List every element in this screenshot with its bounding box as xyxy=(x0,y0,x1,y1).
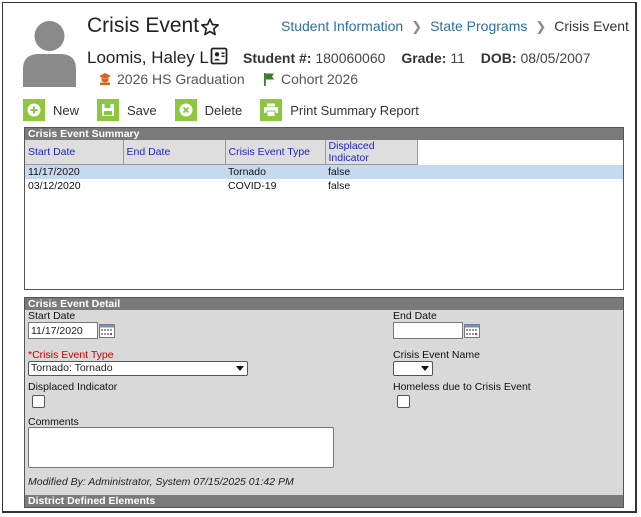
cohort-text: Cohort 2026 xyxy=(281,71,359,87)
save-label: Save xyxy=(127,102,157,118)
graduation-text: 2026 HS Graduation xyxy=(117,71,245,87)
breadcrumb-student-information[interactable]: Student Information xyxy=(281,18,403,34)
start-date-label: Start Date xyxy=(28,310,76,322)
comments-textarea[interactable] xyxy=(28,427,334,468)
summary-header: Crisis Event Summary xyxy=(25,128,623,140)
cell-type: COVID-19 xyxy=(228,180,277,192)
page-title: Crisis Event xyxy=(87,14,200,37)
plus-icon xyxy=(23,99,45,121)
crisis-event-type-value: Tornado: Tornado xyxy=(31,362,113,374)
calendar-icon[interactable] xyxy=(99,324,115,338)
print-summary-report-button[interactable]: Print Summary Report xyxy=(260,99,419,121)
detail-header: Crisis Event Detail xyxy=(25,298,623,310)
print-label: Print Summary Report xyxy=(290,102,419,118)
homeless-checkbox[interactable] xyxy=(397,395,410,408)
column-end-date[interactable]: End Date xyxy=(123,140,226,165)
column-filler xyxy=(417,140,623,165)
chevron-right-icon: ❯ xyxy=(411,19,423,34)
dob-value: 08/05/2007 xyxy=(520,50,591,66)
cell-end-date xyxy=(123,164,225,179)
graduation-info: 2026 HS Graduation xyxy=(98,71,245,87)
flag-icon xyxy=(264,73,274,86)
save-icon xyxy=(97,99,120,121)
crisis-event-name-select[interactable] xyxy=(393,361,433,376)
breadcrumb: Student Information ❯ State Programs ❯ Crisi… xyxy=(281,18,629,35)
modified-by-text: Modified By: Administrator, System 07/15… xyxy=(28,476,294,488)
crisis-event-summary-panel: Crisis Event Summary Start Date End Date… xyxy=(24,127,624,290)
displaced-indicator-label: Displaced Indicator xyxy=(28,381,118,393)
crisis-event-type-label: *Crisis Event Type xyxy=(28,349,114,361)
displaced-indicator-checkbox[interactable] xyxy=(32,395,45,408)
cell-displaced: false xyxy=(328,180,351,192)
graduation-cap-icon xyxy=(99,73,111,85)
table-row[interactable]: 03/12/2020 COVID-19 false xyxy=(25,179,623,193)
column-start-date[interactable]: Start Date xyxy=(25,140,124,165)
chevron-down-icon xyxy=(236,366,244,371)
student-meta: Student #: 180060060 Grade: 11 DOB: 08/0… xyxy=(243,50,591,66)
delete-label: Delete xyxy=(204,102,243,118)
cell-start-date: 11/17/2020 xyxy=(25,164,123,179)
grade-value: 11 xyxy=(450,50,465,66)
homeless-label: Homeless due to Crisis Event xyxy=(393,381,531,393)
start-date-input[interactable]: 11/17/2020 xyxy=(28,322,98,339)
district-defined-elements-header[interactable]: District Defined Elements xyxy=(25,495,623,507)
delete-button[interactable]: Delete xyxy=(174,99,243,121)
column-displaced-indicator[interactable]: Displaced Indicator xyxy=(325,140,418,165)
cell-end-date xyxy=(123,179,225,193)
app-frame: Crisis Event Student Information ❯ State P… xyxy=(2,2,637,513)
cell-start-date: 03/12/2020 xyxy=(28,180,81,192)
new-button[interactable]: New xyxy=(23,99,79,121)
cell-filler xyxy=(417,164,623,179)
cell-type: Tornado xyxy=(225,164,325,179)
cohort-info: Cohort 2026 xyxy=(263,71,358,87)
student-number-label: Student #: xyxy=(243,50,312,66)
dob-label: DOB: xyxy=(480,50,517,66)
student-number: 180060060 xyxy=(315,50,386,66)
delete-icon xyxy=(174,99,197,121)
toolbar: New Save Delete Print Summary Report xyxy=(23,98,437,122)
breadcrumb-current: Crisis Event xyxy=(554,18,629,34)
id-card-icon[interactable] xyxy=(210,47,228,65)
star-icon[interactable] xyxy=(200,17,220,37)
crisis-event-name-label: Crisis Event Name xyxy=(393,349,480,361)
calendar-icon[interactable] xyxy=(464,324,480,338)
student-avatar xyxy=(21,17,78,87)
cell-filler xyxy=(417,179,623,193)
chevron-down-icon xyxy=(421,366,429,371)
breadcrumb-state-programs[interactable]: State Programs xyxy=(430,18,527,34)
column-crisis-event-type[interactable]: Crisis Event Type xyxy=(225,140,326,165)
crisis-event-detail-panel: Crisis Event Detail Start Date 11/17/202… xyxy=(24,297,624,508)
crisis-event-type-select[interactable]: Tornado: Tornado xyxy=(28,361,248,376)
summary-table: Start Date End Date Crisis Event Type Di… xyxy=(25,140,623,193)
save-button[interactable]: Save xyxy=(97,99,157,121)
student-name: Loomis, Haley L xyxy=(87,48,209,67)
printer-icon xyxy=(260,99,283,121)
end-date-input[interactable] xyxy=(393,322,463,339)
cell-displaced: false xyxy=(325,164,417,179)
new-label: New xyxy=(53,102,80,118)
table-row[interactable]: 11/17/2020 Tornado false xyxy=(25,164,623,179)
end-date-label: End Date xyxy=(393,310,437,322)
grade-label: Grade: xyxy=(401,50,447,66)
chevron-right-icon: ❯ xyxy=(535,19,547,34)
